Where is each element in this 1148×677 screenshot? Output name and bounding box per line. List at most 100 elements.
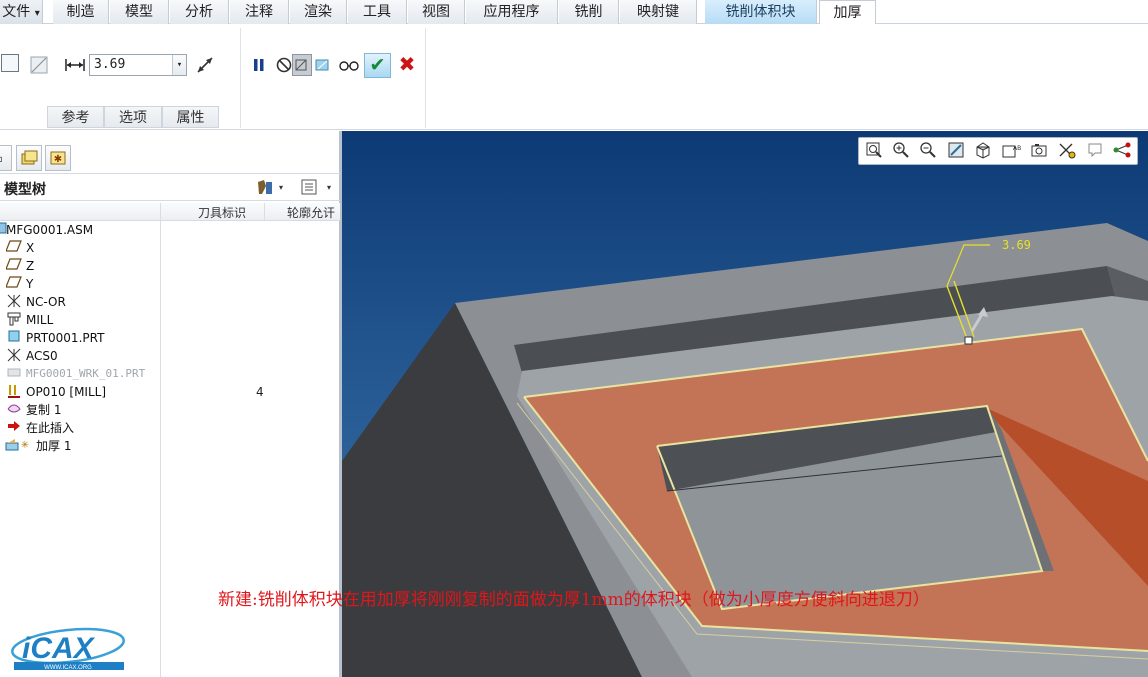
settings-icon[interactable]: ▾ bbox=[256, 178, 284, 200]
preview-icon[interactable] bbox=[292, 54, 312, 76]
tree-item-datum-y[interactable]: Y bbox=[0, 275, 340, 293]
menu-tools[interactable]: 工具 bbox=[348, 0, 407, 24]
menu-label: 加厚 bbox=[833, 5, 862, 21]
drag-handle[interactable] bbox=[964, 336, 973, 345]
tutorial-caption: 新建:铣削体积块在用加厚将刚刚复制的面做为厚1mm的体积块（做为小厚度方便斜向进… bbox=[218, 590, 930, 610]
menu-file-label: 文件 bbox=[2, 4, 31, 20]
datum-display-icon[interactable] bbox=[1056, 141, 1078, 163]
datum-plane-icon bbox=[5, 239, 23, 258]
menu-label: 铣削体积块 bbox=[725, 4, 796, 20]
tree-item-acs0[interactable]: ACS0 bbox=[0, 347, 340, 365]
tree-item-mill[interactable]: MILL bbox=[0, 311, 340, 329]
tree-item-assembly[interactable]: MFG0001.ASM bbox=[0, 221, 340, 239]
menu-label: 应用程序 bbox=[483, 4, 540, 20]
thicken-icon: ✳ bbox=[5, 437, 31, 458]
tree-item-label: Y bbox=[26, 277, 34, 291]
tree-item-nc-origin[interactable]: NC-OR bbox=[0, 293, 340, 311]
menu-mapkeys[interactable]: 映射键 bbox=[620, 0, 697, 24]
menu-view[interactable]: 视图 bbox=[408, 0, 465, 24]
menu-milling[interactable]: 铣削 bbox=[559, 0, 619, 24]
tree-item-label: PRT0001.PRT bbox=[26, 331, 105, 345]
logo-text: iCAX bbox=[22, 632, 96, 665]
tree-item-datum-x[interactable]: X bbox=[0, 239, 340, 257]
menu-label: 视图 bbox=[422, 4, 450, 20]
repaint-icon[interactable] bbox=[945, 141, 967, 163]
tab-options[interactable]: 选项 bbox=[104, 106, 162, 128]
glasses-icon[interactable] bbox=[338, 54, 360, 76]
workpiece-icon bbox=[5, 365, 23, 384]
zoom-out-icon[interactable] bbox=[917, 141, 939, 163]
pause-icon[interactable] bbox=[248, 54, 270, 76]
menu-annotate[interactable]: 注释 bbox=[230, 0, 289, 24]
tree-item-label: MFG0001_WRK_01.PRT bbox=[26, 367, 146, 380]
tab-label: 选项 bbox=[119, 110, 147, 126]
show-menu-icon[interactable]: ▾ bbox=[300, 178, 336, 200]
cancel-button[interactable]: ✖ bbox=[395, 53, 419, 78]
display-style-icon[interactable] bbox=[972, 141, 994, 163]
menu-label: 映射键 bbox=[637, 4, 679, 20]
tree-item-label: 在此插入 bbox=[26, 421, 75, 435]
model-tree-header: 模型树 ▾ ▾ bbox=[0, 173, 340, 201]
tab-properties[interactable]: 属性 bbox=[162, 106, 219, 128]
tree-item-label: X bbox=[26, 241, 35, 255]
ribbon: 3.69 ▾ ✔ ✖ 参考 选项 属性 bbox=[0, 24, 1148, 130]
dimension-value[interactable]: 3.69 bbox=[1002, 238, 1031, 252]
menu-applications[interactable]: 应用程序 bbox=[466, 0, 558, 24]
menu-model[interactable]: 模型 bbox=[110, 0, 169, 24]
menu-label: 注释 bbox=[245, 4, 273, 20]
tab-label: 参考 bbox=[61, 110, 90, 126]
tree-item-thicken[interactable]: ✳ 加厚 1 bbox=[0, 437, 340, 455]
zoom-in-icon[interactable] bbox=[890, 141, 912, 163]
tree-item-label: MILL bbox=[26, 313, 54, 327]
tree-item-operation[interactable]: OP010 [MILL] 4 bbox=[0, 383, 340, 401]
dynamic-preview-icon[interactable] bbox=[313, 54, 333, 76]
menu-render[interactable]: 渲染 bbox=[290, 0, 347, 24]
icax-logo: iCAX WWW.ICAX.ORG bbox=[8, 624, 128, 672]
tree-item-datum-z[interactable]: Z bbox=[0, 257, 340, 275]
tab-favorites[interactable]: ✱ bbox=[45, 145, 71, 171]
tree-item-reference-part[interactable]: PRT0001.PRT bbox=[0, 329, 340, 347]
tree-item-label: NC-OR bbox=[26, 295, 66, 309]
menu-analysis[interactable]: 分析 bbox=[170, 0, 229, 24]
column-profile-stock[interactable]: 轮廓允讦 bbox=[287, 204, 335, 221]
folder-icon bbox=[21, 150, 38, 165]
slash-icon[interactable] bbox=[28, 54, 50, 76]
horizontal-dimension-icon bbox=[64, 54, 86, 76]
tree-item-label: Z bbox=[26, 259, 35, 273]
flip-direction-icon[interactable] bbox=[194, 54, 216, 76]
menu-manufacture[interactable]: 制造 bbox=[53, 0, 109, 24]
tree-item-label: ACS0 bbox=[26, 349, 58, 363]
chevron-down-icon[interactable]: ▾ bbox=[172, 55, 186, 75]
logo-url: WWW.ICAX.ORG bbox=[44, 665, 92, 671]
insert-here-icon bbox=[5, 419, 23, 438]
tab-mill-volume[interactable]: 铣削体积块 bbox=[705, 0, 817, 24]
tree-item-workpiece[interactable]: MFG0001_WRK_01.PRT bbox=[0, 365, 340, 383]
menu-label: 分析 bbox=[185, 4, 213, 20]
menu-file[interactable]: 文件 ▾ bbox=[0, 0, 43, 24]
thickness-input[interactable]: 3.69 ▾ bbox=[89, 54, 187, 76]
part-icon bbox=[5, 329, 23, 348]
zoom-fit-icon[interactable] bbox=[863, 141, 885, 163]
column-tool-id[interactable]: 刀具标识 bbox=[198, 204, 246, 221]
tree-column-header: 刀具标识 轮廓允讦 bbox=[0, 203, 340, 221]
svg-text:▾: ▾ bbox=[327, 183, 331, 192]
view-manager-icon[interactable] bbox=[1028, 141, 1050, 163]
tab-thicken[interactable]: 加厚 bbox=[819, 0, 876, 25]
svg-text:▾: ▾ bbox=[279, 183, 283, 192]
model-tree-title: 模型树 bbox=[4, 182, 46, 198]
tab-label: 属性 bbox=[176, 110, 205, 126]
square-icon[interactable] bbox=[1, 54, 19, 72]
tab-model-tree[interactable]: ▫ bbox=[0, 145, 12, 171]
annotation-icon[interactable] bbox=[1084, 141, 1106, 163]
tab-references[interactable]: 参考 bbox=[47, 106, 104, 128]
saved-views-icon[interactable]: AB bbox=[1000, 141, 1022, 163]
thickness-value: 3.69 bbox=[94, 57, 126, 72]
menu-label: 铣削 bbox=[574, 4, 603, 20]
svg-text:✱: ✱ bbox=[54, 154, 62, 165]
spin-center-icon[interactable] bbox=[1111, 141, 1133, 163]
confirm-button[interactable]: ✔ bbox=[364, 53, 391, 78]
tree-item-insert-here[interactable]: 在此插入 bbox=[0, 419, 340, 437]
tab-folder-browser[interactable] bbox=[16, 145, 42, 171]
close-icon: ✖ bbox=[398, 52, 416, 76]
tree-item-copy[interactable]: 复制 1 bbox=[0, 401, 340, 419]
